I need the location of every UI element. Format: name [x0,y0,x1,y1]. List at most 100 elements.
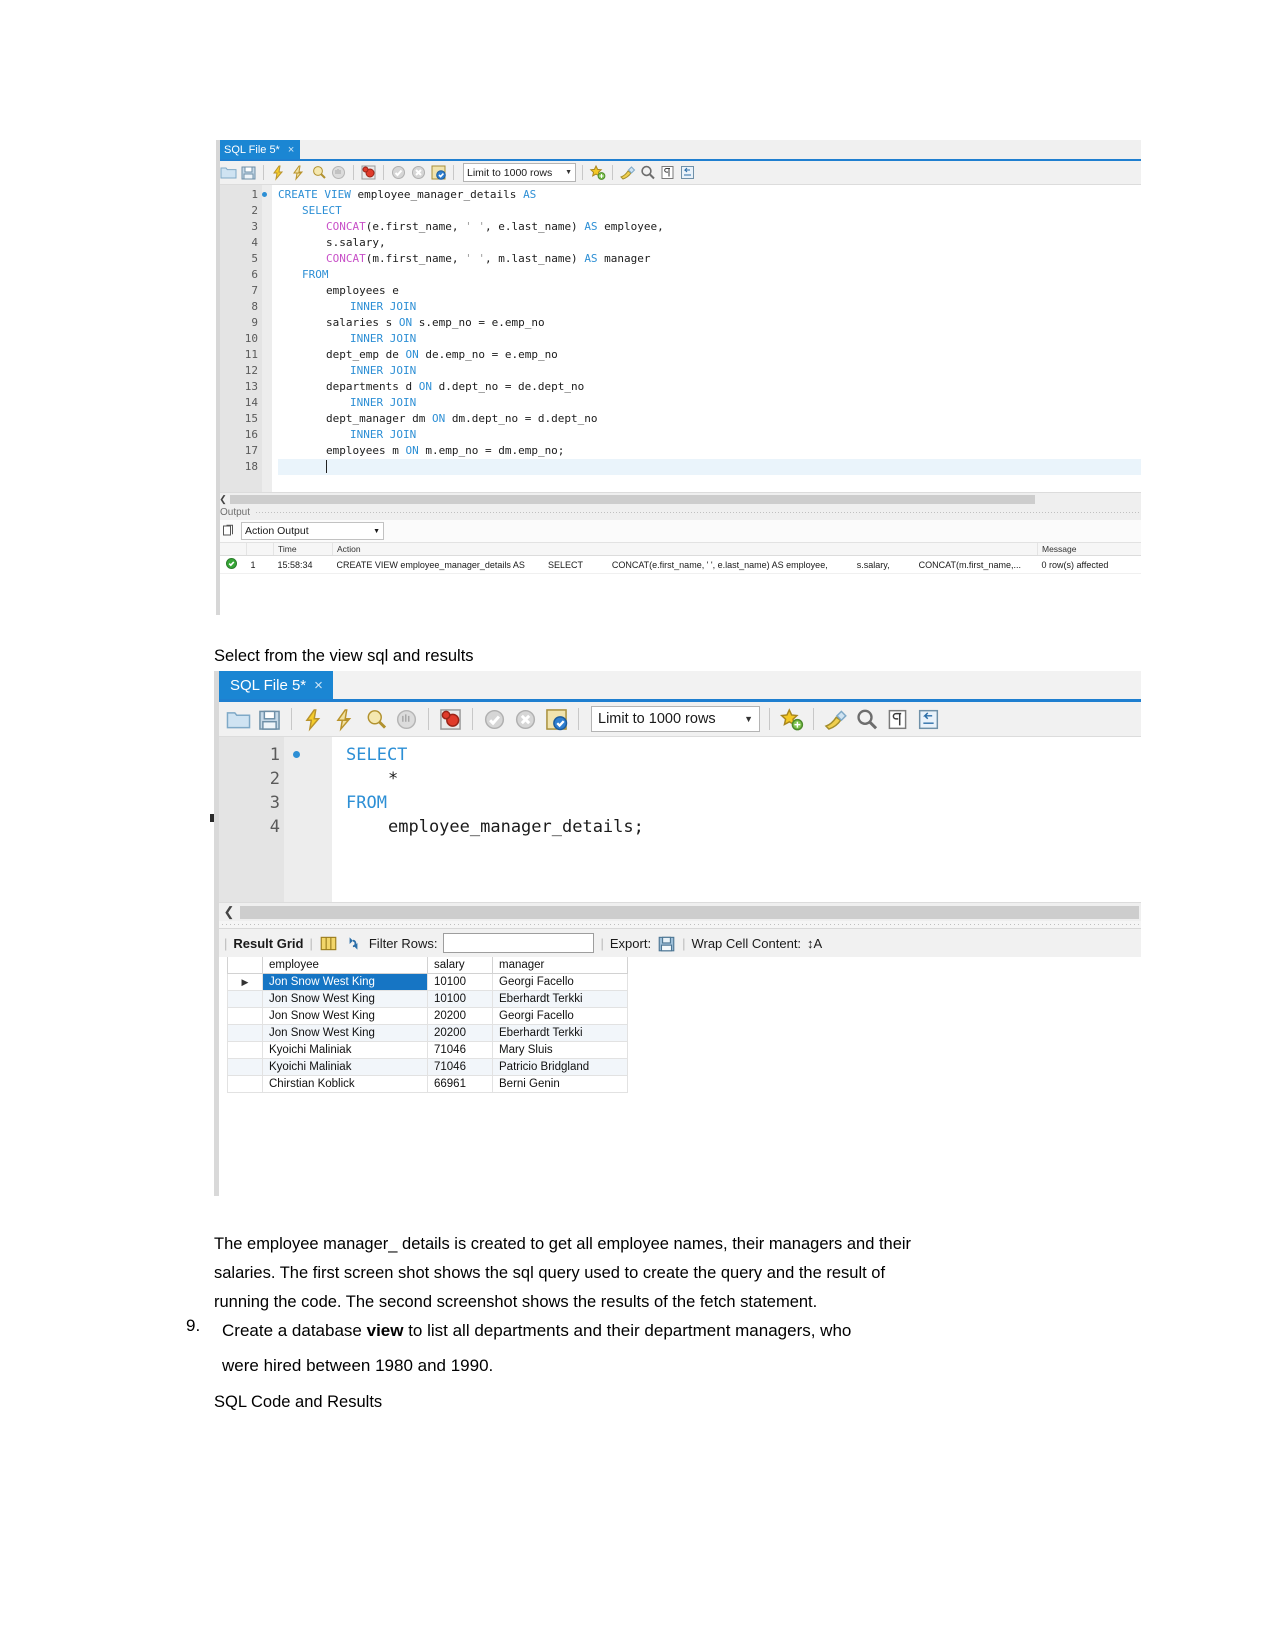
explain-magnifier-icon[interactable] [363,707,388,732]
code-line[interactable]: dept_manager dm ON dm.dept_no = d.dept_n… [278,411,1141,427]
cell-salary[interactable]: 20200 [427,1007,493,1025]
row-marker[interactable] [227,1058,263,1076]
col-salary[interactable]: salary [427,957,493,974]
chevron-down-icon[interactable]: ▼ [565,169,572,176]
breakpoint-column-1[interactable] [262,185,272,492]
col-employee[interactable]: employee [262,957,428,974]
cell-manager[interactable]: Berni Genin [492,1075,628,1093]
cell-employee[interactable]: Chirstian Koblick [262,1075,428,1093]
beautify-brush-icon[interactable] [619,164,636,181]
cell-salary[interactable]: 20200 [427,1024,493,1042]
table-row[interactable]: Jon Snow West King 20200 Georgi Facello [227,1007,628,1025]
cell-manager[interactable]: Georgi Facello [492,973,628,991]
refresh-icon[interactable] [344,934,363,953]
result-grid-table[interactable]: employee salary manager ▶ Jon Snow West K… [227,957,628,1093]
code-line[interactable]: FROM [346,791,1141,815]
code-line[interactable]: INNER JOIN [278,363,1141,379]
execute-current-lightning-icon[interactable] [332,707,357,732]
cell-employee[interactable]: Kyoichi Maliniak [262,1041,428,1059]
row-marker[interactable]: ▶ [227,973,263,991]
code-line[interactable]: * [346,767,1141,791]
cell-salary[interactable]: 10100 [427,990,493,1008]
export-save-icon[interactable] [657,934,676,953]
star-bookmark-icon[interactable] [779,707,804,732]
close-icon[interactable]: × [314,677,323,694]
autocommit-icon[interactable] [544,707,569,732]
execute-lightning-icon[interactable] [270,164,287,181]
scroll-thumb[interactable] [240,905,1139,919]
cell-employee[interactable]: Jon Snow West King [262,1007,428,1025]
wrap-cell-content-icon[interactable]: ↕A [807,936,822,951]
find-magnifier-icon[interactable] [854,707,879,732]
copy-pages-icon[interactable] [222,524,236,538]
explain-magnifier-icon[interactable] [310,164,327,181]
sql-code-area-1[interactable]: CREATE VIEW employee_manager_details AS S… [272,185,1141,492]
grid-view-icon[interactable] [319,934,338,953]
wrap-lines-arrow-icon[interactable] [916,707,941,732]
filter-rows-input[interactable] [443,933,595,953]
row-marker[interactable] [227,990,263,1008]
cell-manager[interactable]: Mary Sluis [492,1041,628,1059]
tab-sql-file-5-2[interactable]: SQL File 5* × [218,671,333,699]
table-row[interactable]: Kyoichi Maliniak 71046 Patricio Bridgland [227,1058,628,1076]
execute-lightning-icon[interactable] [301,707,326,732]
chevron-down-icon[interactable]: ▼ [373,528,380,535]
tab-sql-file-5[interactable]: SQL File 5* × [216,140,301,159]
toggle-invisible-chars-icon[interactable] [885,707,910,732]
find-magnifier-icon[interactable] [639,164,656,181]
row-marker[interactable] [227,1041,263,1059]
close-icon[interactable]: × [288,144,294,156]
table-row[interactable]: Chirstian Koblick 66961 Berni Genin [227,1075,628,1093]
sql-editor-1[interactable]: 1 2 3 4 5 6 7 8 9 10 11 12 13 14 15 16 17 18 CREATE VIEW … [216,185,1141,492]
open-folder-icon[interactable] [220,164,237,181]
cell-manager[interactable]: Patricio Bridgland [492,1058,628,1076]
toggle-breakpoint-icon[interactable] [360,164,377,181]
cell-salary[interactable]: 71046 [427,1058,493,1076]
sql-code-area-2[interactable]: SELECT * FROM employee_manager_details; [332,737,1141,902]
row-marker[interactable] [227,1007,263,1025]
cell-employee[interactable]: Jon Snow West King [262,1024,428,1042]
code-line[interactable]: employee_manager_details; [346,815,1141,839]
code-line[interactable]: departments d ON d.dept_no = de.dept_no [278,379,1141,395]
code-line[interactable]: salaries s ON s.emp_no = e.emp_no [278,315,1141,331]
save-icon[interactable] [257,707,282,732]
cell-salary[interactable]: 66961 [427,1075,493,1093]
cell-manager[interactable]: Eberhardt Terkki [492,990,628,1008]
cell-salary[interactable]: 10100 [427,973,493,991]
cell-employee[interactable]: Kyoichi Maliniak [262,1058,428,1076]
code-line[interactable]: INNER JOIN [278,299,1141,315]
table-row[interactable]: Jon Snow West King 10100 Eberhardt Terkki [227,990,628,1008]
code-line[interactable]: SELECT [278,203,1141,219]
row-limit-dropdown[interactable]: Limit to 1000 rows ▼ [463,163,576,182]
col-manager[interactable]: manager [492,957,628,974]
action-output-row[interactable]: 1 15:58:34 CREATE VIEW employee_manager_… [216,555,1141,574]
code-line[interactable]: INNER JOIN [278,331,1141,347]
chevron-down-icon[interactable]: ▼ [744,714,753,724]
beautify-brush-icon[interactable] [823,707,848,732]
cell-employee[interactable]: Jon Snow West King [262,973,428,991]
execute-current-lightning-icon[interactable] [290,164,307,181]
code-line[interactable]: CONCAT(m.first_name, ' ', m.last_name) A… [278,251,1141,267]
output-type-dropdown[interactable]: Action Output ▼ [241,522,384,540]
code-line[interactable]: dept_emp de ON de.emp_no = e.emp_no [278,347,1141,363]
cell-manager[interactable]: Eberhardt Terkki [492,1024,628,1042]
scroll-left-arrow-icon[interactable]: ❮ [218,904,240,920]
code-line[interactable]: INNER JOIN [278,427,1141,443]
row-limit-dropdown-2[interactable]: Limit to 1000 rows ▼ [591,706,760,732]
code-line[interactable] [278,459,1141,475]
code-line[interactable]: employees e [278,283,1141,299]
editor-hscrollbar-1[interactable]: ❮ [216,492,1141,505]
save-icon[interactable] [240,164,257,181]
open-folder-icon[interactable] [226,707,251,732]
cell-manager[interactable]: Georgi Facello [492,1007,628,1025]
sql-editor-2[interactable]: 12 3 4 SELECT * FROM employee_manager_details… [218,737,1141,902]
code-line[interactable]: SELECT [346,743,1141,767]
code-line[interactable]: employees m ON m.emp_no = dm.emp_no; [278,443,1141,459]
result-splitter[interactable] [218,921,1141,928]
breakpoint-column-2[interactable] [284,737,332,902]
code-line[interactable]: INNER JOIN [278,395,1141,411]
cell-employee[interactable]: Jon Snow West King [262,990,428,1008]
code-line[interactable]: FROM [278,267,1141,283]
table-row[interactable]: Kyoichi Maliniak 71046 Mary Sluis [227,1041,628,1059]
code-line[interactable]: CONCAT(e.first_name, ' ', e.last_name) A… [278,219,1141,235]
